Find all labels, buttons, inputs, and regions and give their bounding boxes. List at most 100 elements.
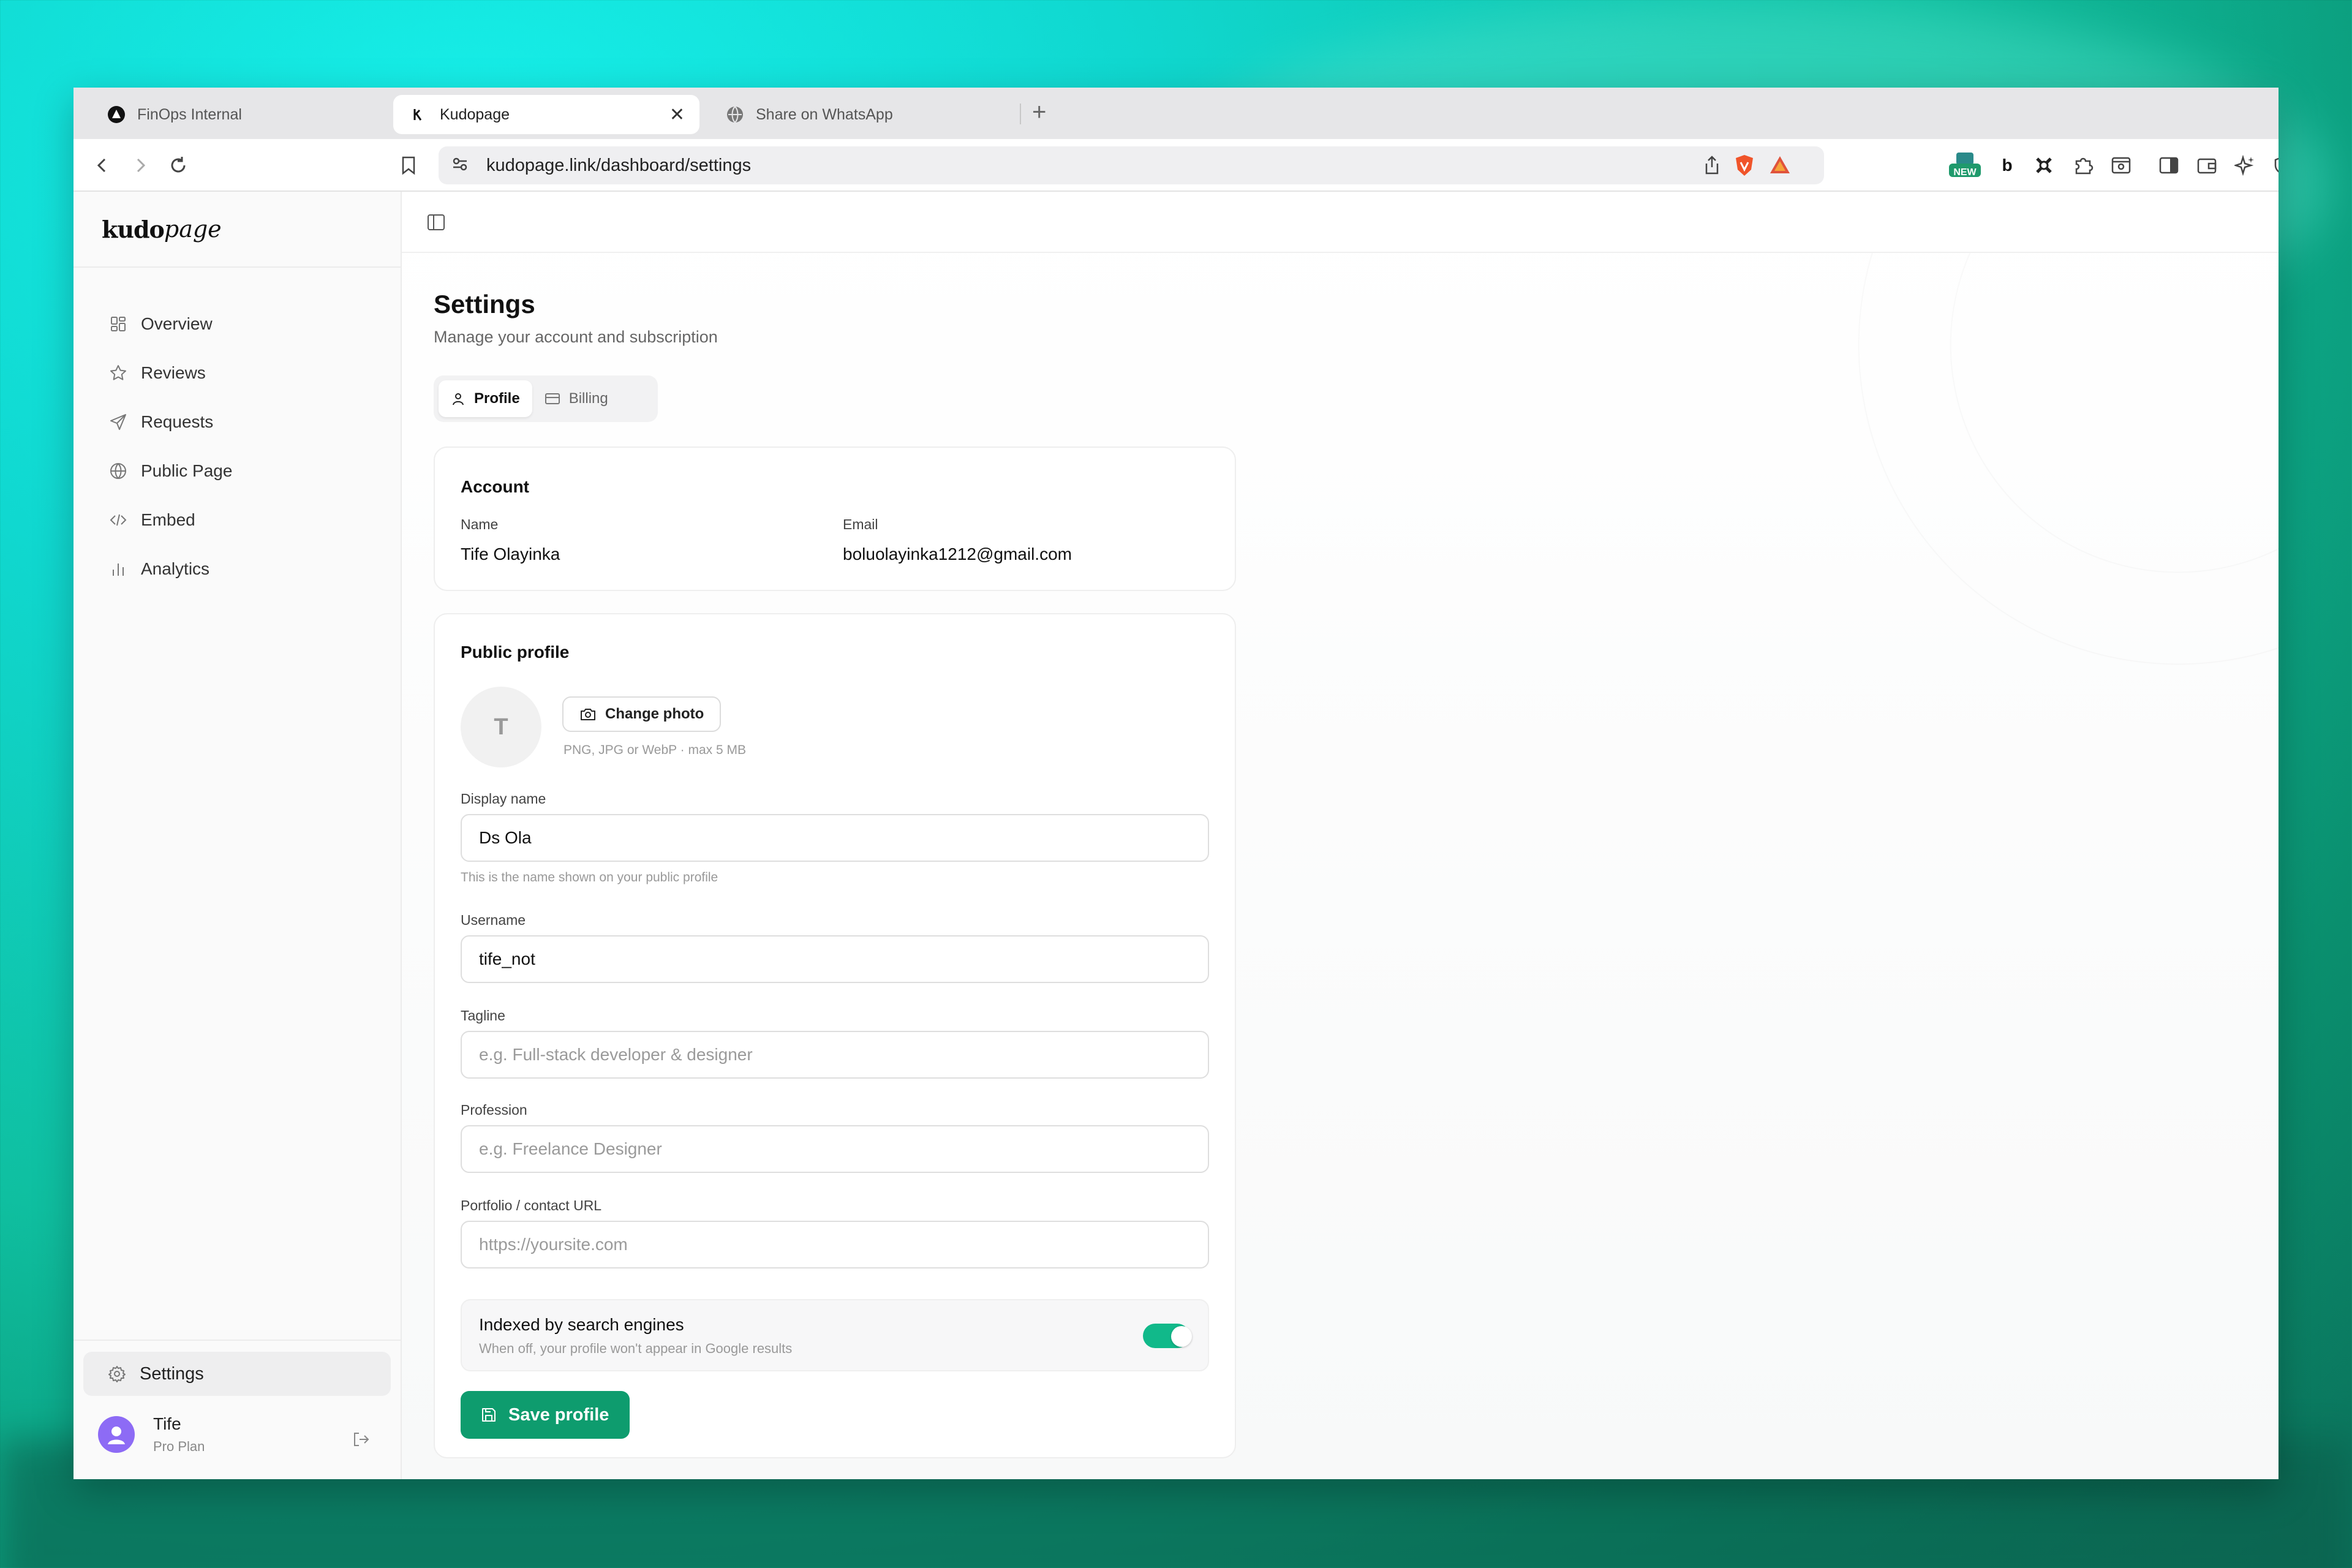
new-extension-icon[interactable]: NEW [1948,153,1982,178]
share-icon[interactable] [1703,155,1721,179]
indexed-toggle[interactable] [1143,1324,1192,1348]
tab-billing[interactable]: Billing [532,380,620,417]
indexed-description: When off, your profile won't appear in G… [479,1341,793,1356]
tab-profile[interactable]: Profile [439,380,532,417]
user-profile[interactable]: Tife Pro Plan [98,1414,205,1455]
portfolio-label: Portfolio / contact URL [461,1197,602,1213]
save-icon [482,1408,496,1422]
browser-window: FinOps Internal Kudopage ✕ Share on What… [74,88,2278,1479]
star-icon [110,365,126,380]
indexed-search-row: Indexed by search engines When off, your… [461,1299,1209,1371]
extension-b-icon[interactable]: b [1994,153,2020,178]
tagline-label: Tagline [461,1008,505,1023]
user-icon [453,393,464,405]
sidebar: kudopage Overview Reviews Requests Publ [74,192,402,1479]
sidebar-item-reviews[interactable]: Reviews [74,349,401,398]
new-tab-icon[interactable]: + [1032,99,1046,126]
sidebar-item-settings[interactable]: Settings [83,1352,391,1396]
user-plan: Pro Plan [153,1439,205,1454]
tab-separator [1020,104,1021,124]
profession-input[interactable]: e.g. Freelance Designer [461,1125,1209,1173]
portfolio-url-input[interactable]: https://yoursite.com [461,1221,1209,1268]
tab-label: Profile [474,390,520,407]
address-bar[interactable]: kudopage.link/dashboard/settings [439,146,1824,184]
name-value: Tife Olayinka [461,545,560,564]
gear-icon [108,1366,126,1382]
sidebar-item-requests[interactable]: Requests [74,398,401,447]
back-icon[interactable] [89,153,115,178]
sidebar-footer: Settings Tife Pro Plan [74,1340,401,1479]
grid-icon [111,317,126,331]
finops-favicon-icon [107,105,126,124]
display-name-label: Display name [461,791,546,807]
leo-ai-icon[interactable] [2232,153,2258,178]
sidebar-item-analytics[interactable]: Analytics [74,545,401,594]
site-settings-icon[interactable] [451,155,469,176]
brave-shield-icon[interactable] [1733,154,1755,180]
public-profile-title: Public profile [461,643,570,662]
sidebar-nav: Overview Reviews Requests Public Page Em… [74,268,401,594]
tab-label: Share on WhatsApp [756,105,893,123]
photo-hint: PNG, JPG or WebP · max 5 MB [564,743,746,757]
new-badge: NEW [1953,167,1977,178]
tab-bar: FinOps Internal Kudopage ✕ Share on What… [74,88,2278,139]
content-topbar [402,192,2278,253]
profile-photo-placeholder: T [461,687,541,767]
tab-finops[interactable]: FinOps Internal [92,95,386,134]
logo-bold: kudo [102,215,165,243]
brave-rewards-icon[interactable] [1769,155,1791,178]
globe-icon [110,463,126,479]
extensions-puzzle-icon[interactable] [2070,153,2096,178]
sidebar-collapse-icon[interactable] [426,213,446,235]
send-icon [110,414,126,430]
username-input[interactable]: tife_not [461,935,1209,983]
tab-whatsapp[interactable]: Share on WhatsApp [710,95,1005,134]
app-root: kudopage Overview Reviews Requests Publ [74,192,2278,1479]
code-icon [110,514,127,526]
url-text: kudopage.link/dashboard/settings [486,155,752,175]
globe-favicon-icon [725,105,745,124]
avatar [98,1416,135,1453]
settings-tabs: Profile Billing [434,375,658,422]
save-profile-button[interactable]: Save profile [461,1391,630,1439]
display-name-input[interactable]: Ds Ola [461,814,1209,862]
page-title: Settings [434,290,535,318]
camera-icon [581,709,595,720]
page-subtitle: Manage your account and subscription [434,328,718,346]
bar-chart-icon [113,564,124,576]
extension-x-icon[interactable] [2031,153,2057,178]
display-name-hint: This is the name shown on your public pr… [461,870,718,884]
sidebar-item-overview[interactable]: Overview [74,300,401,349]
kudopage-logo[interactable]: kudo page [74,192,401,268]
email-label: Email [843,516,878,532]
avatar-letter: T [494,714,508,740]
reload-icon[interactable] [165,153,191,178]
search-page-icon[interactable] [2108,153,2134,178]
browser-toolbar: kudopage.link/dashboard/settings NEW b [74,139,2278,192]
vpn-shield-icon[interactable] [2270,153,2278,178]
tab-kudopage[interactable]: Kudopage ✕ [393,95,699,134]
user-name: Tife [153,1414,181,1433]
sidebar-item-label: Embed [141,510,195,529]
indexed-title: Indexed by search engines [479,1315,684,1334]
close-tab-icon[interactable]: ✕ [669,104,685,126]
sidebar-item-label: Analytics [141,559,210,578]
credit-card-icon [545,393,560,404]
tagline-input[interactable]: e.g. Full-stack developer & designer [461,1031,1209,1079]
sidebar-item-label: Reviews [141,363,206,382]
change-photo-button[interactable]: Change photo [562,696,722,732]
logo-italic: page [164,216,222,243]
email-value: boluolayinka1212@gmail.com [843,545,1072,564]
public-profile-card: Public profile T Change photo PNG, JPG o… [434,613,1236,1458]
sidebar-item-embed[interactable]: Embed [74,496,401,545]
bookmark-icon[interactable] [396,153,421,178]
forward-icon[interactable] [127,153,153,178]
wallet-icon[interactable] [2194,153,2220,178]
logout-icon[interactable] [352,1430,370,1452]
sidebar-item-label: Requests [141,412,214,431]
sidebar-item-label: Overview [141,314,213,333]
tab-label: Billing [568,390,608,407]
change-photo-label: Change photo [605,706,704,722]
sidebar-toggle-icon[interactable] [2156,153,2182,178]
sidebar-item-public-page[interactable]: Public Page [74,447,401,496]
